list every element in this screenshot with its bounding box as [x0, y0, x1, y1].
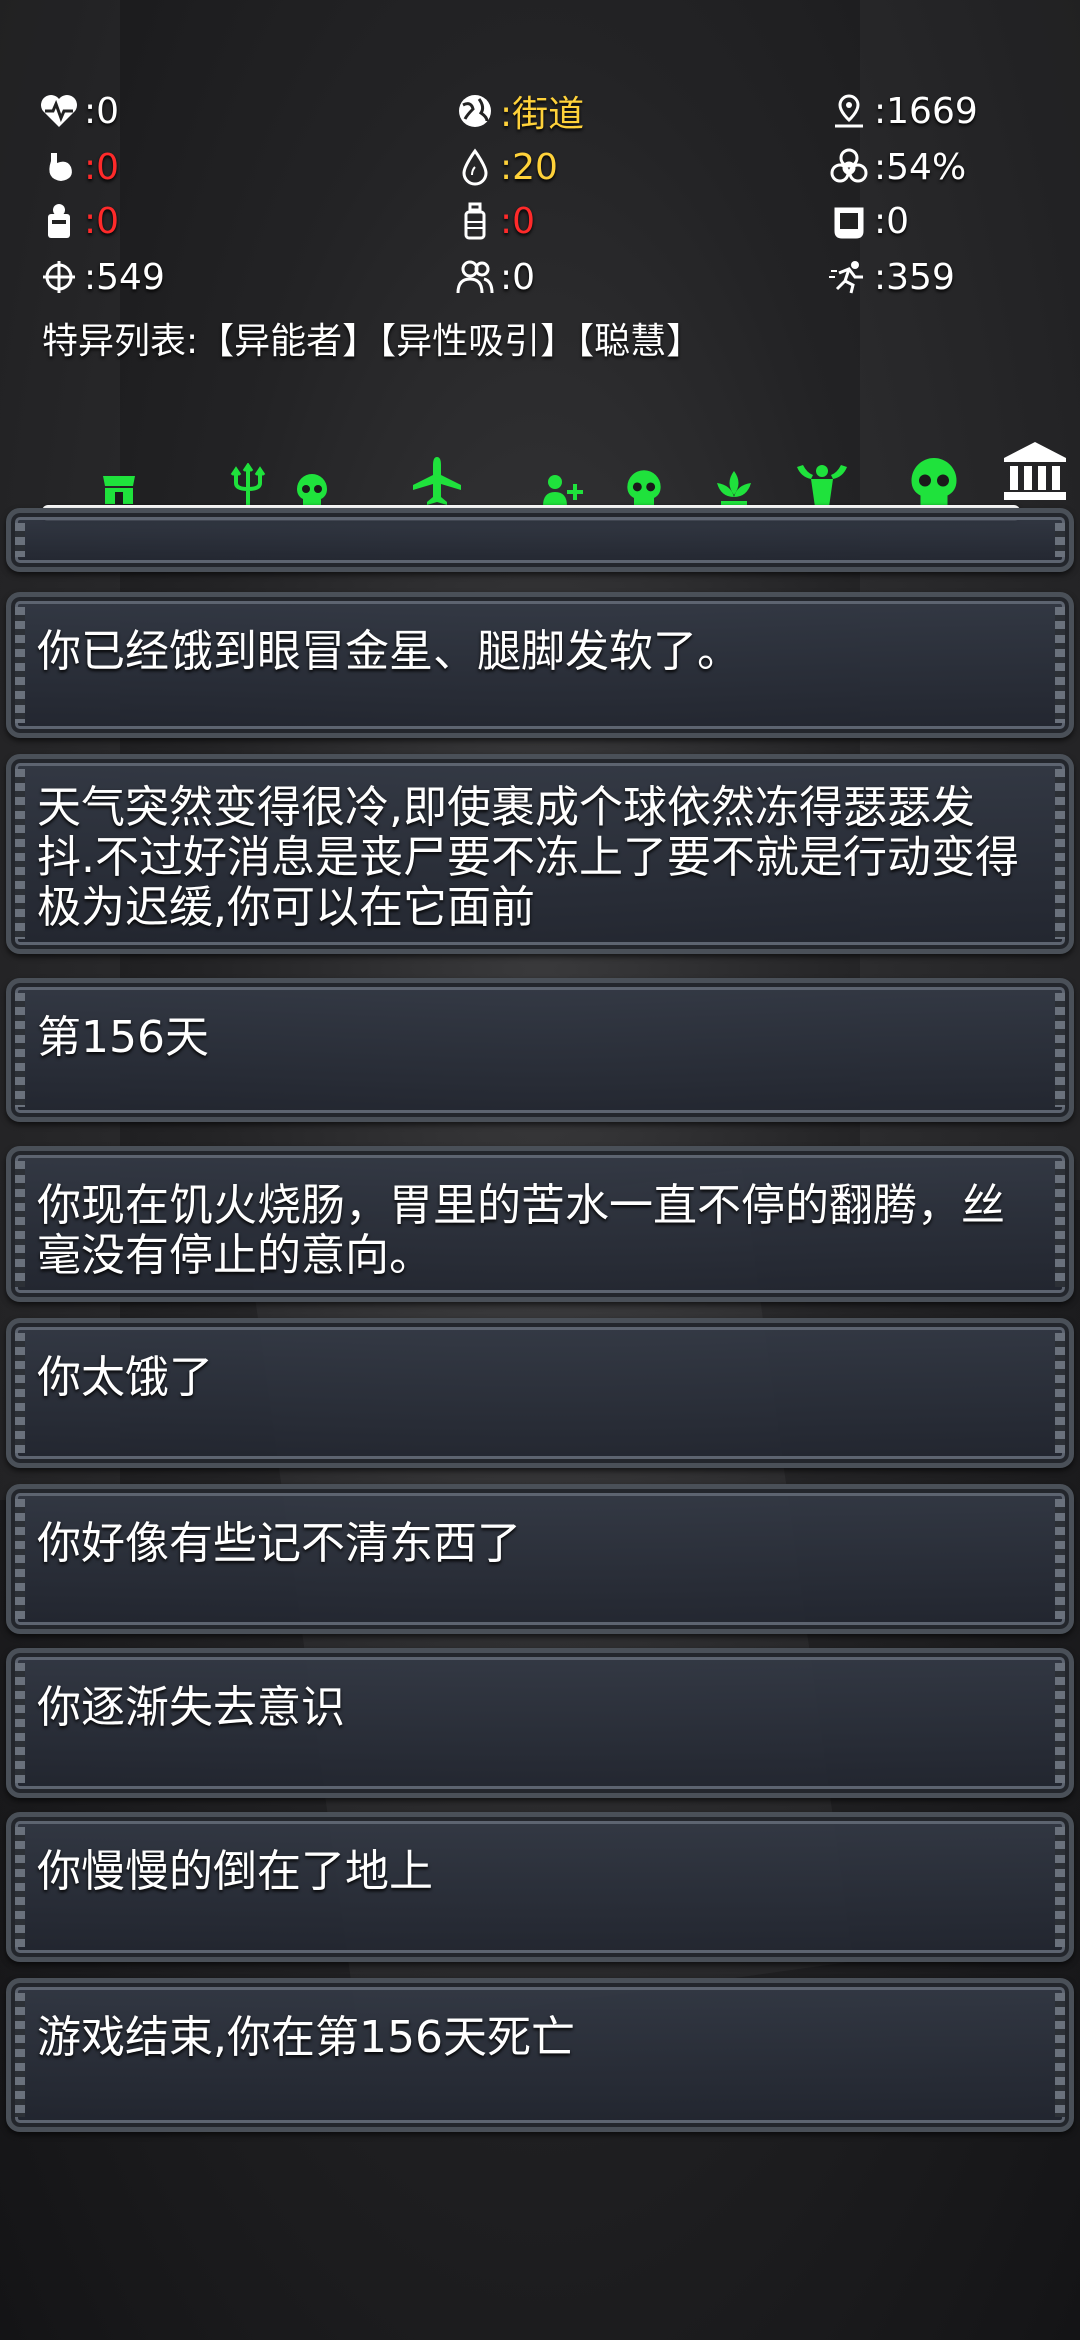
strongman-icon[interactable]: [792, 462, 852, 510]
crosshair-icon: [38, 256, 80, 298]
log-entry-text: 你太饿了: [37, 1352, 213, 1403]
bottle-icon: [454, 200, 496, 242]
biohazard-icon: [828, 146, 870, 188]
drink-value: :0: [500, 200, 536, 242]
shop-icon[interactable]: [100, 470, 138, 508]
companions-value: :0: [500, 256, 536, 298]
log-entry-text: 天气突然变得很冷,即使裹成个球依然冻得瑟瑟发抖.不过好消息是丧尸要不冻上了要不就…: [37, 782, 1019, 933]
health-value: :0: [84, 90, 120, 132]
infection-stat: :54%: [828, 140, 966, 194]
log-entry-text: 游戏结束,你在第156天死亡: [37, 2012, 575, 2063]
food-value: :0: [84, 200, 120, 242]
log-entry-text: 你逐渐失去意识: [37, 1682, 345, 1733]
airplane-icon[interactable]: [410, 454, 464, 508]
log-entry-text: 你好像有些记不清东西了: [37, 1518, 521, 1569]
log-entry-partial: [6, 508, 1074, 572]
stomach-icon: [38, 146, 80, 188]
people-icon: [454, 256, 496, 298]
log-entry: 你慢慢的倒在了地上: [6, 1812, 1074, 1962]
log-entry: 你现在饥火烧肠，胃里的苦水一直不停的翻腾，丝毫没有停止的意向。: [6, 1146, 1074, 1302]
water-drop-icon: [454, 146, 496, 188]
log-entry: 你太饿了: [6, 1318, 1074, 1468]
supply-value: :0: [874, 200, 910, 242]
day-progress-icons: [0, 440, 1080, 510]
speed-value: :359: [874, 256, 955, 298]
water-stat: :20: [454, 140, 558, 194]
log-entry: 你逐渐失去意识: [6, 1648, 1074, 1798]
map-pin-icon: [828, 90, 870, 132]
log-entry-text: 第156天: [37, 1012, 209, 1063]
log-entry: 你好像有些记不清东西了: [6, 1484, 1074, 1634]
skull-icon[interactable]: [622, 466, 666, 510]
food-stat: :0: [38, 194, 119, 248]
log-entry-text: 你慢慢的倒在了地上: [37, 1846, 433, 1897]
skull-icon[interactable]: [906, 454, 962, 510]
location-value: :街道: [500, 94, 585, 135]
trait-list: 特异列表:【异能者】【异性吸引】【聪慧】: [42, 321, 703, 362]
log-entry: 第156天: [6, 978, 1074, 1122]
lotus-icon[interactable]: [712, 466, 756, 510]
trident-icon[interactable]: [228, 462, 268, 508]
infection-value: :54%: [874, 146, 967, 188]
hunger-stat: :0: [38, 140, 119, 194]
add-person-icon[interactable]: [540, 470, 586, 510]
globe-icon: [454, 90, 496, 132]
hunger-value: :0: [84, 146, 120, 188]
running-icon: [828, 256, 870, 298]
skull-icon[interactable]: [292, 470, 332, 510]
location-stat: :街道: [454, 84, 584, 138]
log-entry: 游戏结束,你在第156天死亡: [6, 1978, 1074, 2132]
companions-stat: :0: [454, 250, 535, 304]
log-entry: 你已经饿到眼冒金星、腿脚发软了。: [6, 592, 1074, 738]
log-entry-text: 你现在饥火烧肠，胃里的苦水一直不停的翻腾，丝毫没有停止的意向。: [37, 1180, 1005, 1281]
speed-stat: :359: [828, 250, 955, 304]
bank-icon[interactable]: [1002, 440, 1072, 510]
water-value: :20: [500, 146, 558, 188]
ammo-stat: :549: [38, 250, 165, 304]
ammo-value: :549: [84, 256, 165, 298]
drink-stat: :0: [454, 194, 535, 248]
supply-stat: :0: [828, 194, 909, 248]
log-entry-text: 你已经饿到眼冒金星、腿脚发软了。: [37, 626, 741, 677]
food-icon: [38, 200, 80, 242]
distance-stat: :1669: [828, 84, 978, 138]
heart-pulse-icon: [38, 90, 80, 132]
health-stat: :0: [38, 84, 119, 138]
distance-value: :1669: [874, 90, 978, 132]
log-entry: 天气突然变得很冷,即使裹成个球依然冻得瑟瑟发抖.不过好消息是丧尸要不冻上了要不就…: [6, 754, 1074, 954]
bucket-icon: [828, 200, 870, 242]
